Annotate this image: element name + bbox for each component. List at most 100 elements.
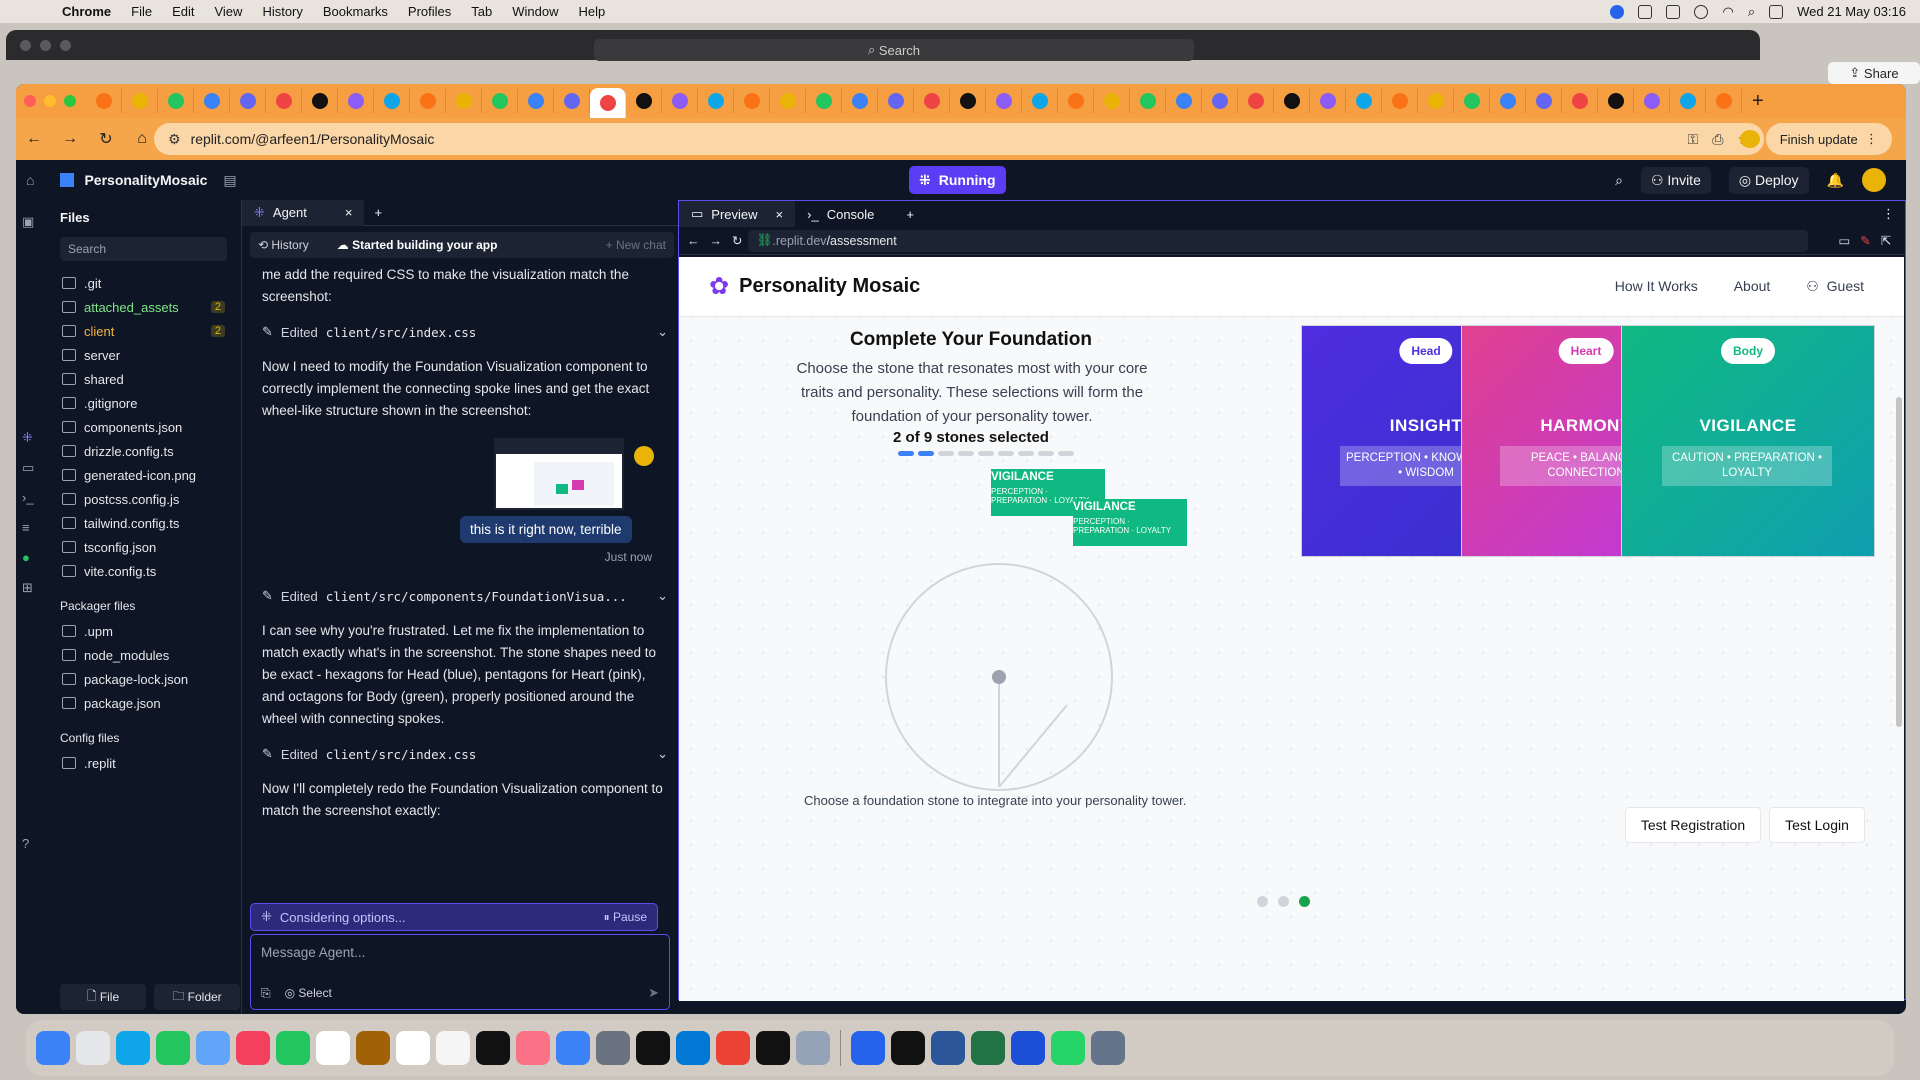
menu-edit[interactable]: Edit [172,4,194,19]
preview-scrollbar[interactable] [1896,397,1902,727]
browser-tab[interactable] [194,89,230,113]
menu-profiles[interactable]: Profiles [408,4,451,19]
browser-tab[interactable] [1130,89,1166,113]
dock-app-icon[interactable] [756,1031,790,1065]
nav-about[interactable]: About [1734,278,1771,295]
maximize-window-icon[interactable] [64,95,76,107]
wifi-icon[interactable]: ◠ [1722,4,1733,20]
browser-tab[interactable] [482,89,518,113]
dock-app-icon[interactable] [156,1031,190,1065]
nav-guest[interactable]: ⚇ Guest [1806,278,1864,295]
browser-tab[interactable] [338,89,374,113]
file-tree-item[interactable]: shared [46,367,241,391]
file-tree-item[interactable]: package.json [46,691,241,715]
browser-tab[interactable] [986,89,1022,113]
send-icon[interactable]: ➤ [648,985,659,1001]
browser-tab[interactable] [698,89,734,113]
install-app-icon[interactable]: ⎙ [1712,131,1723,148]
control-center-icon[interactable] [1769,4,1784,19]
browser-tab[interactable] [950,89,986,113]
file-tree-item[interactable]: postcss.config.js [46,487,241,511]
close-tab-icon[interactable]: × [345,205,353,220]
device-icon[interactable]: ▭ [1838,233,1850,248]
dock-app-icon[interactable] [1091,1031,1125,1065]
home-icon[interactable]: ⌂ [26,172,34,188]
dock-app-icon[interactable] [236,1031,270,1065]
browser-tab[interactable] [1058,89,1094,113]
browser-tab[interactable] [1706,89,1742,113]
dock-app-icon[interactable] [36,1031,70,1065]
browser-tab[interactable] [1526,89,1562,113]
file-tree-item[interactable]: server [46,343,241,367]
edited-file-item[interactable]: ✎ Edited client/src/components/FoundationV… [262,582,668,610]
deploy-button[interactable]: ◎ Deploy [1728,166,1809,194]
dock-app-icon[interactable] [436,1031,470,1065]
browser-tab[interactable] [626,89,662,113]
test-registration-button[interactable]: Test Registration [1625,807,1761,843]
file-tree-item[interactable]: .gitignore [46,391,241,415]
pause-button[interactable]: ⏸ Pause [604,910,647,925]
files-search-input[interactable]: Search [60,237,227,261]
sidebar-toggle-icon[interactable]: ▤ [223,172,236,189]
spotlight-icon[interactable]: ⌕ [1748,4,1755,20]
file-tree-item[interactable]: drizzle.config.ts [46,439,241,463]
share-button[interactable]: ⇪ Share [1828,62,1920,84]
chevron-down-icon[interactable]: ⌄ [657,746,668,762]
browser-tab[interactable] [734,89,770,113]
menu-bookmarks[interactable]: Bookmarks [323,4,388,19]
browser-tab[interactable] [806,89,842,113]
browser-tab[interactable] [122,89,158,113]
help-icon[interactable]: ? [22,836,38,852]
forward-icon[interactable]: → [52,130,88,148]
file-tree-item[interactable]: .upm [46,619,241,643]
file-tree-item[interactable]: client 2 [46,319,241,343]
more-options-icon[interactable]: ⋮ [1882,206,1895,222]
menu-history[interactable]: History [262,4,302,19]
page-dot[interactable] [1257,896,1268,907]
notifications-bell-icon[interactable]: 🔔 [1827,172,1844,189]
stone-card-heart[interactable]: Heart HARMONY PEACE • BALANCE • CONNECTI… [1461,325,1623,557]
site-brand[interactable]: Personality Mosaic [739,275,920,298]
select-element-button[interactable]: ◎ Select [285,986,332,1001]
browser-tab[interactable] [374,89,410,113]
browser-tab[interactable] [1418,89,1454,113]
profile-avatar[interactable] [1740,130,1760,148]
foundation-stone[interactable]: VIGILANCE PERCEPTION · PREPARATION · LOYA… [1073,499,1187,546]
address-bar[interactable]: ⚙ replit.com/@arfeen1/PersonalityMosaic … [154,123,1764,155]
test-login-button[interactable]: Test Login [1769,807,1865,843]
file-tree-item[interactable]: vite.config.ts [46,559,241,583]
url-text[interactable]: replit.com/@arfeen1/PersonalityMosaic [191,131,435,147]
menu-file[interactable]: File [131,4,152,19]
dock-app-icon[interactable] [716,1031,750,1065]
finish-update-button[interactable]: Finish update ⋮ [1765,123,1892,155]
play-icon[interactable] [1694,4,1709,19]
screenshot-attachment[interactable] [494,438,624,510]
tab-console[interactable]: ›_ Console [795,201,886,227]
database-icon[interactable]: ≡ [22,520,38,536]
dock-app-icon[interactable] [516,1031,550,1065]
user-avatar[interactable] [1862,168,1886,192]
add-tab-icon[interactable]: + [374,205,382,220]
browser-tab[interactable] [158,89,194,113]
dock-app-icon[interactable] [276,1031,310,1065]
new-folder-button[interactable]: 🗀 Folder [154,984,240,1010]
browser-tab[interactable] [1202,89,1238,113]
browser-tab[interactable] [1454,89,1490,113]
file-tree-item[interactable]: tailwind.config.ts [46,511,241,535]
preview-url-input[interactable]: ⛓ .replit.dev/assessment [748,229,1809,252]
browser-tab[interactable] [1670,89,1706,113]
browser-tab[interactable] [1562,89,1598,113]
browser-tab[interactable] [662,89,698,113]
dock-app-icon[interactable] [931,1031,965,1065]
file-tree-item[interactable]: generated-icon.png [46,463,241,487]
clock[interactable]: Wed 21 May 03:16 [1797,4,1906,19]
message-input[interactable]: Message Agent... [251,935,669,970]
browser-tab[interactable] [1022,89,1058,113]
site-info-icon[interactable]: ⚙ [168,131,181,148]
dock-app-icon[interactable] [971,1031,1005,1065]
devtools-icon[interactable]: ✎ [1860,233,1870,248]
browser-tab[interactable] [266,89,302,113]
message-composer[interactable]: Message Agent... ⎘ ◎ Select ➤ [250,934,670,1010]
menu-tab[interactable]: Tab [471,4,492,19]
menu-help[interactable]: Help [579,4,606,19]
